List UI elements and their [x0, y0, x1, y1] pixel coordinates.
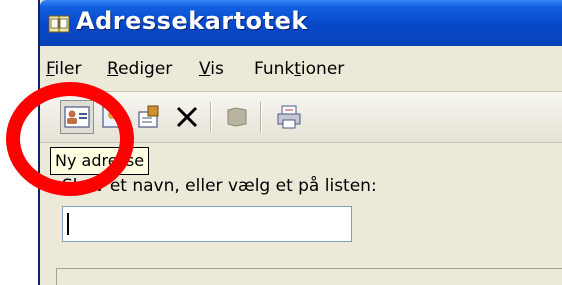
window-title: Adressekartotek: [76, 7, 308, 35]
search-label: Skriv et navn, eller vælg et på listen:: [62, 176, 377, 196]
print-icon: [277, 105, 301, 129]
print-button[interactable]: [272, 100, 306, 134]
toolbar: [40, 92, 562, 143]
toolbar-separator: [260, 102, 262, 132]
delete-icon: [176, 106, 198, 128]
find-people-icon: [227, 107, 247, 127]
address-book-window: Adressekartotek Filer Rediger Vis Funkti…: [38, 0, 562, 285]
menu-rediger[interactable]: Rediger: [107, 59, 172, 79]
menu-funktioner[interactable]: Funktioner: [254, 59, 344, 79]
title-bar[interactable]: Adressekartotek: [40, 0, 562, 46]
new-contact-tooltip: Ny adresse: [50, 147, 150, 175]
delete-button[interactable]: [170, 100, 204, 134]
name-search-input[interactable]: [62, 206, 352, 242]
new-contact-button[interactable]: [60, 100, 94, 134]
contact-list[interactable]: [56, 268, 562, 285]
menu-vis[interactable]: Vis: [199, 59, 224, 79]
address-book-icon: [48, 15, 70, 33]
properties-button[interactable]: [132, 100, 166, 134]
find-people-button[interactable]: [220, 100, 254, 134]
properties-icon: [138, 105, 159, 128]
new-group-icon: [102, 106, 122, 128]
menu-bar: Filer Rediger Vis Funktioner: [40, 47, 562, 92]
new-contact-icon: [64, 106, 90, 128]
menu-filer[interactable]: Filer: [46, 59, 81, 79]
new-group-button[interactable]: [96, 100, 130, 134]
toolbar-separator: [210, 102, 212, 132]
text-caret: [67, 213, 69, 235]
